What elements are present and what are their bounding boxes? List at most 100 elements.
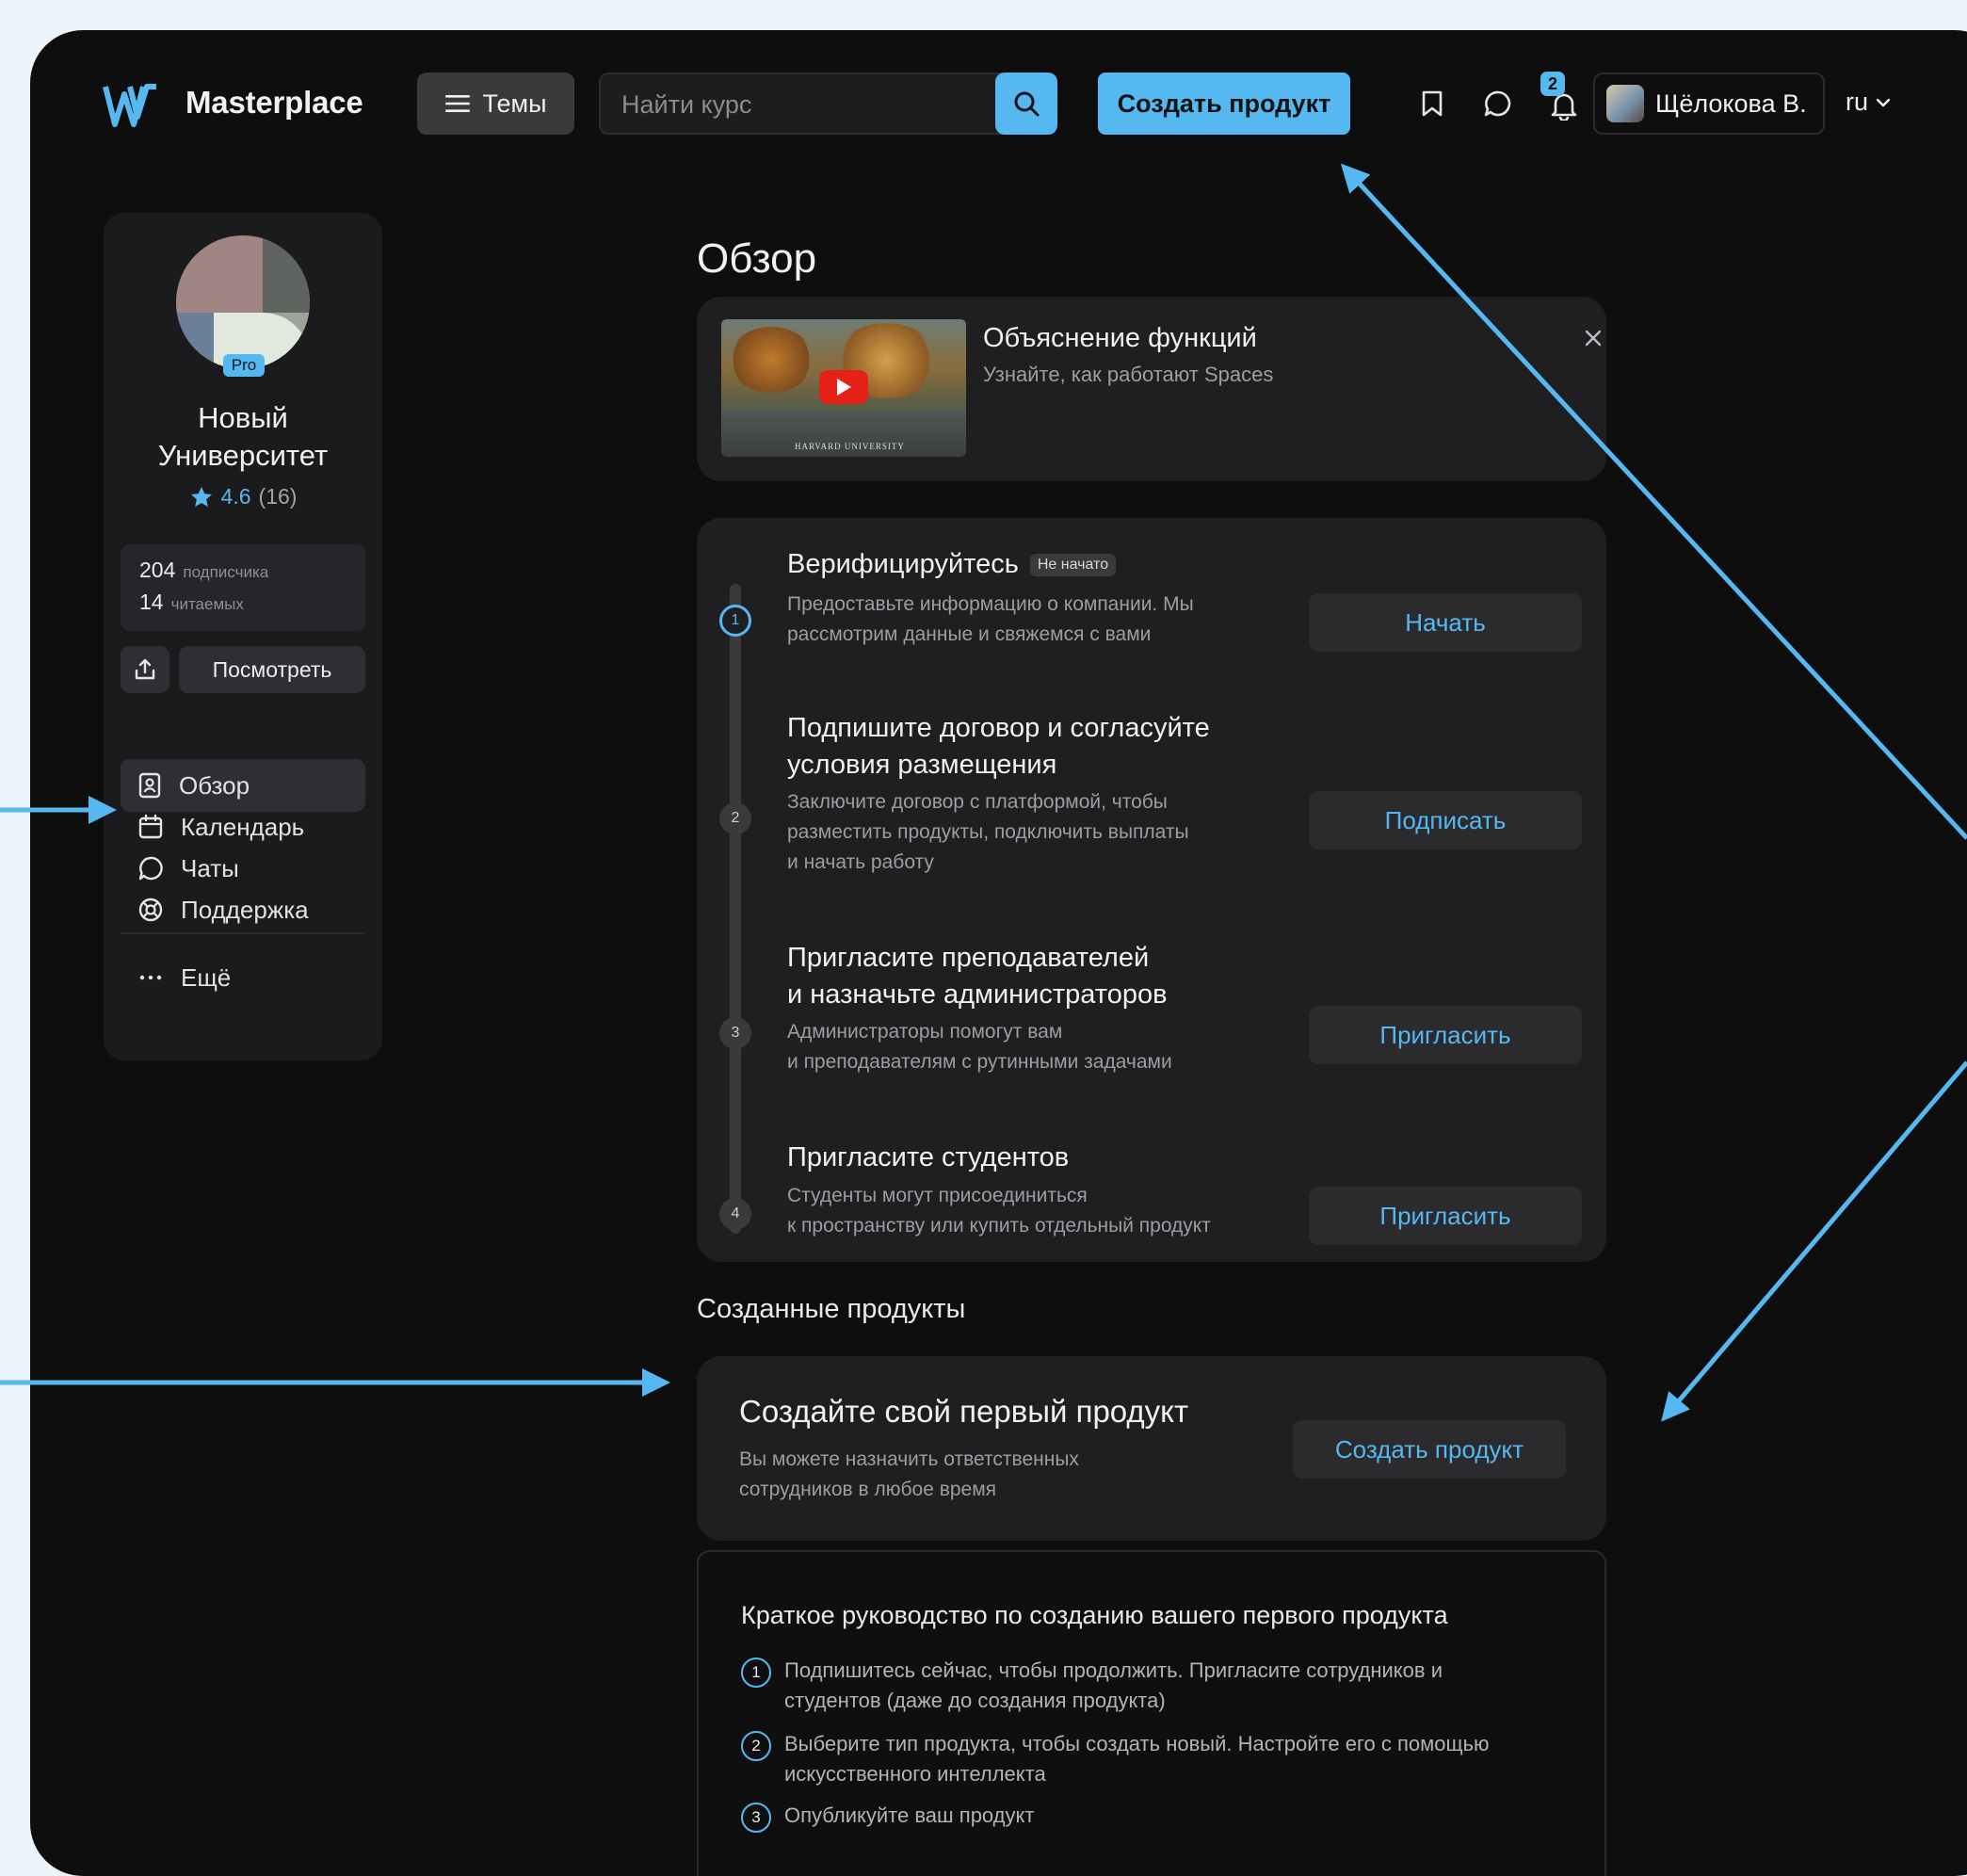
rating-count: (16) — [258, 484, 298, 509]
app-window: Masterplace Темы Создать продукт — [30, 30, 1967, 1876]
step-title-line: и назначьте администраторов — [787, 979, 1168, 1010]
sidebar-item-label: Чаты — [181, 853, 239, 882]
chevron-down-icon — [1876, 98, 1891, 106]
step-title: Подпишите договор и согласуйте условия р… — [787, 710, 1277, 784]
guide-step-line: искусственного интеллекта — [784, 1762, 1046, 1786]
guide-step-text: Подпишитесь сейчас, чтобы продолжить. Пр… — [784, 1656, 1443, 1716]
org-avatar-image — [176, 235, 310, 369]
view-button[interactable]: Посмотреть — [179, 646, 365, 693]
step-description-line: Заключите договор с платформой, чтобы — [787, 791, 1168, 813]
create-product-button[interactable]: Создать продукт — [1293, 1420, 1566, 1479]
step-title: Пригласите преподавателей и назначьте ад… — [787, 940, 1277, 1013]
guide-step-text: Опубликуйте ваш продукт — [784, 1801, 1034, 1833]
steps-timeline — [730, 584, 741, 1234]
sidebar-item-label: Ещё — [181, 962, 232, 992]
invite-teachers-button[interactable]: Пригласить — [1309, 1006, 1582, 1064]
org-avatar[interactable] — [176, 235, 310, 369]
step-description-line: рассмотрим данные и свяжемся с вами — [787, 623, 1152, 645]
step-description: Администраторы помогут вам и преподавате… — [787, 1017, 1277, 1077]
share-button[interactable] — [121, 646, 169, 693]
calendar-icon — [138, 814, 163, 839]
step-description: Заключите договор с платформой, чтобы ра… — [787, 787, 1277, 878]
following-count: 14 — [139, 590, 164, 614]
create-card-description: Вы можете назначить ответственных сотруд… — [739, 1445, 1135, 1505]
search-button[interactable] — [995, 73, 1057, 135]
guide-step-number: 2 — [741, 1731, 771, 1761]
sidebar-divider — [121, 932, 365, 934]
invite-students-button[interactable]: Пригласить — [1309, 1187, 1582, 1245]
themes-button[interactable]: Темы — [417, 73, 574, 135]
bookmark-icon — [1422, 90, 1443, 117]
step-number: 2 — [719, 802, 751, 834]
onboarding-steps-card: 1 Верифицируйтесь Не начато Предоставьте … — [697, 518, 1606, 1262]
create-card-title: Создайте свой первый продукт — [739, 1394, 1189, 1429]
guide-step: 3 Опубликуйте ваш продукт — [741, 1801, 1570, 1833]
overview-icon — [138, 772, 161, 799]
step-description-line: и начать работу — [787, 851, 934, 873]
user-menu[interactable]: Щёлокова В. — [1593, 73, 1825, 135]
guide-step-text: Выберите тип продукта, чтобы создать нов… — [784, 1729, 1490, 1789]
brand-name[interactable]: Masterplace — [185, 85, 363, 121]
page-title: Обзор — [697, 235, 817, 282]
messages-button[interactable] — [1476, 82, 1520, 125]
sign-contract-button[interactable]: Подписать — [1309, 791, 1582, 849]
guide-step: 2 Выберите тип продукта, чтобы создать н… — [741, 1729, 1570, 1789]
step-description-line: Предоставьте информацию о компании. Мы — [787, 593, 1194, 615]
step-title: Верифицируйтесь Не начато — [787, 546, 1277, 583]
subscribers-count: 204 — [139, 558, 176, 582]
start-verification-button[interactable]: Начать — [1309, 593, 1582, 652]
step-title-line: Подпишите договор и согласуйте — [787, 713, 1210, 743]
rating-value: 4.6 — [220, 484, 251, 509]
guide-step-line: Подпишитесь сейчас, чтобы продолжить. Пр… — [784, 1658, 1443, 1682]
video-title: Объяснение функций — [983, 323, 1257, 353]
themes-label: Темы — [482, 89, 547, 118]
guide-step-line: Выберите тип продукта, чтобы создать нов… — [784, 1732, 1490, 1755]
guide-step: 1 Подпишитесь сейчас, чтобы продолжить. … — [741, 1656, 1570, 1716]
play-icon — [837, 379, 851, 396]
step-title-line: Пригласите преподавателей — [787, 943, 1150, 973]
org-name-line1: Новый — [198, 401, 288, 434]
step-number: 3 — [719, 1017, 751, 1049]
video-thumbnail[interactable]: HARVARD UNIVERSITY — [721, 319, 966, 457]
star-icon — [190, 486, 212, 507]
guide-step-number: 3 — [741, 1803, 771, 1833]
sidebar-item-label: Календарь — [181, 812, 305, 841]
sidebar-item-support[interactable]: Поддержка — [121, 883, 365, 936]
step-description: Студенты могут присоединиться к простран… — [787, 1181, 1277, 1241]
following-label: читаемых — [170, 595, 244, 613]
step-description-line: к пространству или купить отдельный прод… — [787, 1215, 1211, 1237]
step-title-line: условия размещения — [787, 750, 1057, 780]
language-label: ru — [1846, 88, 1869, 116]
sidebar-item-label: Поддержка — [181, 895, 309, 924]
org-name-line2: Университет — [157, 439, 329, 472]
search-icon — [1014, 91, 1040, 117]
pro-badge: Pro — [223, 354, 265, 377]
step-description-line: Студенты могут присоединиться — [787, 1185, 1088, 1206]
step-description: Предоставьте информацию о компании. Мы р… — [787, 590, 1277, 650]
thumbnail-caption: HARVARD UNIVERSITY — [795, 442, 905, 451]
sidebar-item-more[interactable]: Ещё — [121, 951, 365, 1004]
language-selector[interactable]: ru — [1846, 88, 1891, 117]
search-box — [599, 73, 1057, 135]
user-avatar — [1606, 85, 1644, 122]
org-name: Новый Университет — [104, 399, 382, 475]
quick-guide-card: Краткое руководство по созданию вашего п… — [697, 1550, 1606, 1876]
step-description-line: и преподавателям с рутинными задачами — [787, 1051, 1172, 1073]
masterplace-logo-icon[interactable] — [102, 81, 160, 130]
step-number: 1 — [719, 605, 751, 637]
play-button[interactable] — [819, 370, 868, 404]
guide-step-line: студентов (даже до создания продукта) — [784, 1689, 1166, 1712]
status-badge: Не начато — [1029, 554, 1117, 577]
notifications-badge: 2 — [1540, 72, 1565, 96]
search-input[interactable] — [621, 84, 979, 125]
guide-step-number: 1 — [741, 1658, 771, 1688]
guide-step-line: Опубликуйте ваш продукт — [784, 1803, 1035, 1827]
close-video-card-button[interactable] — [1580, 325, 1606, 351]
chat-icon — [138, 856, 163, 881]
bookmark-button[interactable] — [1411, 82, 1454, 125]
create-product-header-button[interactable]: Создать продукт — [1098, 73, 1350, 135]
guide-title: Краткое руководство по созданию вашего п… — [741, 1601, 1448, 1629]
step-title-text: Верифицируйтесь — [787, 549, 1019, 579]
chat-bubble-icon — [1484, 90, 1511, 117]
share-icon — [135, 658, 155, 680]
